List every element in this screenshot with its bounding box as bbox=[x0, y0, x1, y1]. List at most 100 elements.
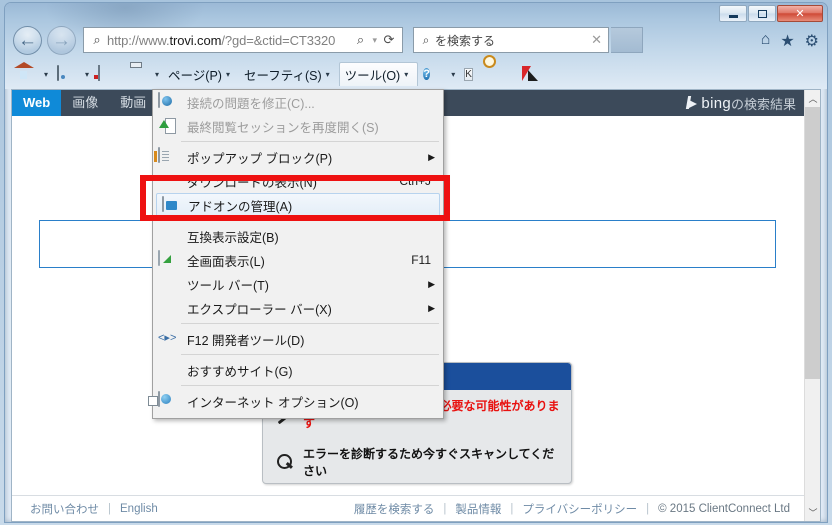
tab-web[interactable]: Web bbox=[12, 90, 62, 116]
menu-separator bbox=[181, 385, 439, 386]
safety-chevron-down-icon: ▾ bbox=[325, 69, 330, 79]
scroll-down-icon[interactable]: ﹀ bbox=[805, 504, 820, 521]
help-button[interactable]: ? bbox=[418, 62, 447, 86]
menu-item-internet-options[interactable]: インターネット オプション(O) bbox=[153, 389, 443, 413]
search-provider-branding: bing の検索結果 bbox=[686, 94, 806, 113]
footer-copyright: © 2015 ClientConnect Ltd bbox=[658, 502, 790, 515]
submenu-arrow-icon: ▶ bbox=[428, 302, 435, 313]
read-mail-button[interactable] bbox=[93, 62, 122, 86]
search-box[interactable]: ⌕ を検索する ✕ bbox=[413, 27, 609, 53]
address-bar-buttons: ⌕ ▾ ⟳ bbox=[350, 32, 399, 48]
home-button[interactable] bbox=[11, 62, 40, 86]
maximize-button[interactable] bbox=[748, 5, 776, 22]
ad-scan-text: エラーを診断するため今すぐスキャンしてください bbox=[303, 447, 555, 478]
search-icon: ⌕ bbox=[422, 32, 430, 47]
menu-separator bbox=[181, 220, 439, 221]
footer-pipe-2: | bbox=[443, 502, 447, 515]
menu-item-compatibility-view-settings[interactable]: 互換表示設定(B) bbox=[153, 224, 443, 248]
address-bar[interactable]: ⌕ http://www.trovi.com/?gd=&ctid=CT3320 … bbox=[83, 27, 403, 53]
scroll-up-icon[interactable]: ︿ bbox=[805, 90, 820, 107]
feeds-chevron-down-icon[interactable]: ▾ bbox=[81, 70, 93, 79]
minimize-icon bbox=[728, 15, 738, 18]
print-button[interactable] bbox=[122, 62, 151, 86]
menu-item-f12-developer-tools[interactable]: <▸> F12 開発者ツール(D) bbox=[153, 327, 443, 351]
safety-menu[interactable]: セーフティ(S) ▾ bbox=[239, 62, 339, 86]
menu-label: ポップアップ ブロック(P) bbox=[187, 151, 333, 166]
internet-options-icon bbox=[158, 391, 176, 410]
clear-search-icon[interactable]: ✕ bbox=[591, 32, 605, 48]
maximize-icon bbox=[757, 9, 767, 18]
back-button[interactable]: ← bbox=[13, 26, 42, 55]
menu-separator bbox=[181, 141, 439, 142]
footer-right-group: 履歴を検索する | 製品情報 | プライバシーポリシー | © 2015 Cli… bbox=[354, 501, 806, 517]
submenu-arrow-icon: ▶ bbox=[428, 151, 435, 162]
tab-images[interactable]: 画像 bbox=[61, 90, 109, 116]
menu-item-reopen-last-session[interactable]: 最終閲覧セッションを再度開く(S) bbox=[153, 114, 443, 138]
page-menu[interactable]: ページ(P) ▾ bbox=[163, 62, 239, 86]
close-button[interactable]: ✕ bbox=[777, 5, 823, 22]
footer-search-history[interactable]: 履歴を検索する bbox=[354, 501, 435, 517]
forward-arrow-icon: → bbox=[52, 30, 71, 51]
home-chevron-down-icon[interactable]: ▾ bbox=[40, 70, 52, 79]
footer-privacy-policy[interactable]: プライバシーポリシー bbox=[522, 501, 637, 517]
print-icon bbox=[127, 66, 146, 83]
menu-item-full-screen[interactable]: 全画面表示(L) F11 bbox=[153, 248, 443, 272]
refresh-icon[interactable]: ⟳ bbox=[379, 32, 399, 48]
tools-menu-label: ツール(O) bbox=[344, 69, 401, 83]
footer-contact[interactable]: お問い合わせ bbox=[30, 501, 99, 517]
menu-label: アドオンの管理(A) bbox=[188, 199, 293, 214]
tools-menu[interactable]: ツール(O) ▾ bbox=[338, 62, 419, 86]
kaspersky-button[interactable] bbox=[517, 62, 546, 86]
favorites-icon[interactable]: ★ bbox=[780, 31, 794, 51]
footer-pipe-1: | bbox=[108, 502, 111, 515]
menu-item-view-downloads[interactable]: ダウンロードの表示(N) Ctrl+J bbox=[153, 169, 443, 193]
menu-item-manage-addons[interactable]: アドオンの管理(A) bbox=[156, 193, 440, 217]
scrollbar-thumb[interactable] bbox=[805, 107, 820, 379]
settings-gear-icon[interactable]: ⚙ bbox=[805, 31, 819, 51]
provider-suffix-label: の検索結果 bbox=[730, 96, 796, 112]
bing-logo-text: bing bbox=[701, 94, 731, 112]
kaspersky-icon bbox=[522, 66, 541, 83]
footer-pipe-3: | bbox=[510, 502, 514, 515]
address-url-text: http://www.trovi.com/?gd=&ctid=CT3320 bbox=[107, 32, 336, 48]
menu-label: ダウンロードの表示(N) bbox=[187, 175, 317, 190]
help-chevron-down-icon[interactable]: ▾ bbox=[447, 70, 459, 79]
back-arrow-icon: ← bbox=[18, 30, 37, 51]
tools-chevron-down-icon: ▾ bbox=[404, 70, 409, 79]
footer-left-group: お問い合わせ | English bbox=[12, 501, 158, 517]
forward-button[interactable]: → bbox=[47, 26, 76, 55]
document-magnifier-icon bbox=[493, 66, 512, 83]
ad-scan-line[interactable]: エラーを診断するため今すぐスキャンしてください bbox=[263, 431, 571, 479]
menu-item-fix-connection-problems[interactable]: 接続の問題を修正(C)... bbox=[153, 90, 443, 114]
print-chevron-down-icon[interactable]: ▾ bbox=[151, 70, 163, 79]
menu-separator bbox=[181, 323, 439, 324]
tab-videos[interactable]: 動画 bbox=[109, 90, 157, 116]
feeds-button[interactable] bbox=[52, 62, 81, 86]
close-icon: ✕ bbox=[795, 8, 805, 20]
address-search-icon: ⌕ bbox=[93, 32, 101, 47]
page-scrollbar[interactable]: ︿ ﹀ bbox=[804, 90, 820, 521]
bing-logo-icon: bing bbox=[686, 95, 731, 112]
menu-item-popup-blocker[interactable]: ポップアップ ブロック(P) ▶ bbox=[153, 145, 443, 169]
menu-accelerator: Ctrl+J bbox=[399, 174, 431, 188]
search-provider-icon[interactable]: ⌕ bbox=[350, 32, 370, 48]
feed-icon bbox=[57, 64, 76, 83]
menu-accelerator: F11 bbox=[411, 253, 431, 267]
menu-item-toolbars[interactable]: ツール バー(T) ▶ bbox=[153, 272, 443, 296]
search-input[interactable]: を検索する bbox=[435, 32, 591, 49]
search-tab-strip bbox=[611, 27, 643, 53]
menu-label: ツール バー(T) bbox=[187, 278, 269, 293]
menu-label: 接続の問題を修正(C)... bbox=[187, 96, 315, 111]
minimize-button[interactable] bbox=[719, 5, 747, 22]
home-icon[interactable]: ⌂ bbox=[761, 31, 771, 51]
footer-pipe-4: | bbox=[646, 502, 650, 515]
globe-repair-icon bbox=[158, 92, 176, 111]
menu-separator bbox=[181, 354, 439, 355]
menu-item-suggested-sites[interactable]: おすすめサイト(G) bbox=[153, 358, 443, 382]
document-scan-button[interactable] bbox=[488, 62, 517, 86]
menu-item-explorer-bars[interactable]: エクスプローラー バー(X) ▶ bbox=[153, 296, 443, 320]
developer-tools-icon: <▸> bbox=[158, 332, 177, 344]
chevron-down-icon[interactable]: ▾ bbox=[372, 35, 377, 46]
footer-english[interactable]: English bbox=[120, 503, 158, 515]
footer-product-info[interactable]: 製品情報 bbox=[455, 501, 501, 517]
